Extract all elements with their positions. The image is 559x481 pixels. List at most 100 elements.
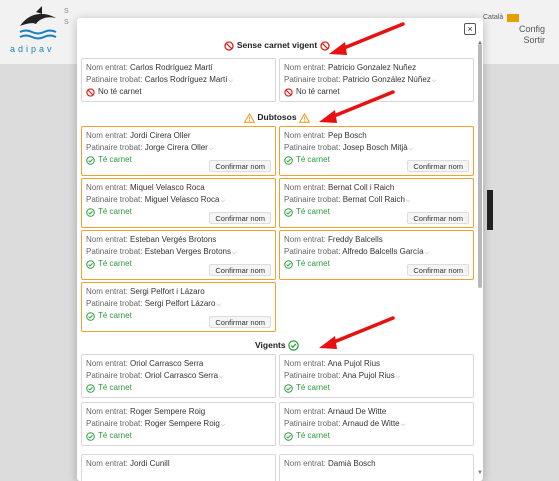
skater-select[interactable]: Sergi Pelfort Lázaro⌵	[145, 299, 221, 308]
section-title-valid: Vigents	[77, 340, 477, 351]
chevron-down-icon: ⌵	[228, 78, 233, 84]
found-skater-row: Patinaire trobat: Alfredo Balcells Garcí…	[284, 247, 430, 256]
confirm-name-button[interactable]: Confirmar nom	[407, 160, 469, 172]
skater-card: Nom entrat: Sergi Pelfort i Lázaro Patina…	[81, 282, 276, 332]
language-selector[interactable]: Català	[483, 14, 503, 21]
skater-select[interactable]: Arnaud de Witte⌵	[342, 419, 405, 428]
entered-name-row: Nom entrat: Bernat Coll i Raich	[284, 183, 395, 192]
check-circle-icon	[86, 259, 95, 269]
found-skater-row: Patinaire trobat: Arnaud de Witte⌵	[284, 419, 406, 428]
background-element	[487, 190, 493, 230]
check-circle-icon	[86, 207, 95, 217]
status-has-license: Té carnet	[86, 382, 132, 394]
skater-select[interactable]: Esteban Verges Brotons⌵	[145, 247, 237, 256]
skater-select[interactable]: Alfredo Balcells García⌵	[342, 247, 429, 256]
logo-text: adipav	[10, 44, 55, 54]
confirm-name-button[interactable]: Confirmar nom	[209, 264, 271, 276]
prohibited-icon	[224, 41, 235, 51]
check-circle-icon	[284, 383, 293, 393]
close-button[interactable]: ×	[464, 23, 476, 35]
skater-card: Nom entrat: Bernat Coll i Raich Patinaire…	[279, 178, 474, 228]
found-skater-row: Patinaire trobat: Miguel Velasco Roca⌵	[86, 195, 225, 204]
confirm-name-button[interactable]: Confirmar nom	[407, 264, 469, 276]
warning-icon	[298, 112, 310, 123]
chevron-down-icon: ⌵	[220, 422, 226, 428]
skater-card: Nom entrat: Damià Bosch	[279, 454, 474, 481]
annotation-arrow-icon	[319, 316, 395, 349]
prohibited-icon	[86, 87, 95, 97]
entered-name-row: Nom entrat: Jordi Cunill	[86, 459, 170, 468]
entered-name-row: Nom entrat: Patricio Gonzalez Nuñez	[284, 63, 417, 72]
chevron-down-icon: ⌵	[405, 198, 411, 204]
status-has-license: Té carnet	[284, 382, 330, 394]
skater-verification-modal: × ▲ ▼ Sense carnet vigent Nom entrat: Ca…	[77, 18, 483, 481]
entered-name-row: Nom entrat: Pep Bosch	[284, 131, 367, 140]
skater-select[interactable]: Oriol Carrasco Serra⌵	[145, 371, 224, 380]
config-link[interactable]: Config	[519, 24, 545, 35]
skater-select[interactable]: Ana Pujol Rius⌵	[342, 371, 400, 380]
skater-card: Nom entrat: Pep Bosch Patinaire trobat: J…	[279, 126, 474, 176]
scroll-down-arrow[interactable]: ▼	[477, 470, 483, 476]
check-circle-icon	[284, 259, 293, 269]
header-letters: S S	[64, 8, 69, 26]
found-skater-row: Patinaire trobat: Ana Pujol Rius⌵	[284, 371, 401, 380]
entered-name-row: Nom entrat: Miquel Velasco Roca	[86, 183, 205, 192]
chevron-down-icon: ⌵	[232, 250, 237, 256]
status-has-license: Té carnet	[284, 258, 330, 270]
found-skater-row: Patinaire trobat: Esteban Verges Brotons…	[86, 247, 237, 256]
found-skater-row: Patinaire trobat: Oriol Carrasco Serra⌵	[86, 371, 224, 380]
entered-name-row: Nom entrat: Freddy Balcells	[284, 235, 383, 244]
logout-link[interactable]: Sortir	[519, 35, 545, 46]
skater-select[interactable]: Carlos Rodríguez Martí⌵	[145, 75, 233, 84]
status-has-license: Té carnet	[284, 206, 330, 218]
entered-name-row: Nom entrat: Jordi Cirera Oller	[86, 131, 191, 140]
confirm-name-button[interactable]: Confirmar nom	[209, 160, 271, 172]
status-has-license: Té carnet	[86, 258, 132, 270]
entered-name-row: Nom entrat: Ana Pujol Rius	[284, 359, 381, 368]
status-no-license: No té carnet	[86, 86, 142, 98]
skater-select[interactable]: Patricio González Núñez⌵	[343, 75, 437, 84]
skater-select[interactable]: Josep Bosch Mitjà⌵	[343, 143, 413, 152]
skater-card: Nom entrat: Roger Sempere Roig Patinaire …	[81, 402, 276, 446]
entered-name-row: Nom entrat: Sergi Pelfort i Lázaro	[86, 287, 205, 296]
found-skater-row: Patinaire trobat: Josep Bosch Mitjà⌵	[284, 143, 414, 152]
flag-icon	[507, 14, 519, 22]
scrollbar-thumb[interactable]	[478, 44, 482, 288]
chevron-down-icon: ⌵	[408, 146, 414, 152]
annotation-arrow-icon	[319, 90, 395, 123]
entered-name-row: Nom entrat: Carlos Rodríguez Martí	[86, 63, 213, 72]
skater-select[interactable]: Jorge Cirera Oller⌵	[145, 143, 214, 152]
skater-card: Nom entrat: Jordi Cirera Oller Patinaire …	[81, 126, 276, 176]
entered-name-row: Nom entrat: Roger Sempere Roig	[86, 407, 206, 416]
check-circle-icon	[288, 340, 299, 351]
annotation-arrow-icon	[329, 22, 405, 55]
skater-select[interactable]: Roger Sempere Roig⌵	[145, 419, 226, 428]
chevron-down-icon: ⌵	[395, 374, 401, 380]
confirm-name-button[interactable]: Confirmar nom	[209, 316, 271, 328]
status-has-license: Té carnet	[284, 430, 330, 442]
skater-card: Nom entrat: Freddy Balcells Patinaire tro…	[279, 230, 474, 280]
chevron-down-icon: ⌵	[400, 422, 406, 428]
skater-select[interactable]: Bernat Coll Raich⌵	[343, 195, 411, 204]
skater-card: Nom entrat: Esteban Vergés Brotons Patina…	[81, 230, 276, 280]
skater-card: Nom entrat: Carlos Rodríguez Martí Patin…	[81, 58, 276, 102]
skater-card: Nom entrat: Arnaud De Witte Patinaire tro…	[279, 402, 474, 446]
chevron-down-icon: ⌵	[216, 302, 221, 308]
confirm-name-button[interactable]: Confirmar nom	[407, 212, 469, 224]
check-circle-icon	[284, 207, 293, 217]
chevron-down-icon: ⌵	[220, 198, 225, 204]
found-skater-row: Patinaire trobat: Bernat Coll Raich⌵	[284, 195, 411, 204]
check-circle-icon	[86, 383, 95, 393]
header-links: Config Sortir	[519, 12, 545, 46]
skater-select[interactable]: Miguel Velasco Roca⌵	[145, 195, 225, 204]
found-skater-row: Patinaire trobat: Patricio González Núñe…	[284, 75, 437, 84]
found-skater-row: Patinaire trobat: Carlos Rodríguez Martí…	[86, 75, 233, 84]
status-has-license: Té carnet	[284, 154, 330, 166]
section-title-no-license: Sense carnet vigent	[77, 40, 477, 51]
skater-card: Nom entrat: Oriol Carrasco Serra Patinair…	[81, 354, 276, 398]
check-circle-icon	[284, 155, 293, 165]
check-circle-icon	[284, 431, 293, 441]
prohibited-icon	[284, 87, 293, 97]
chevron-down-icon: ⌵	[424, 250, 430, 256]
confirm-name-button[interactable]: Confirmar nom	[209, 212, 271, 224]
